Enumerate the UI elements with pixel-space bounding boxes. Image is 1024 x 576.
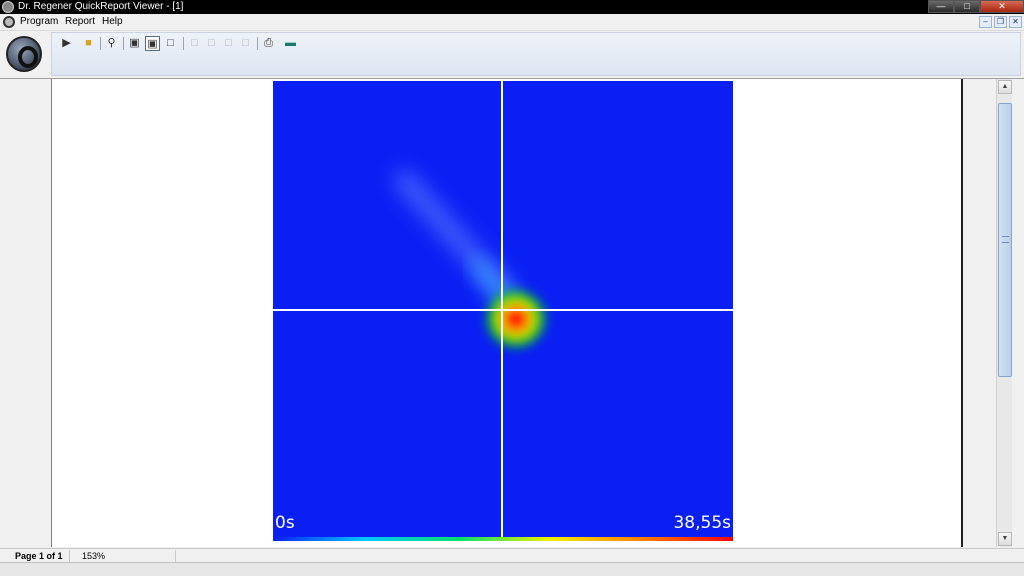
report-preview[interactable]: 0s 38,55s: [51, 79, 963, 547]
zoom-indicator: 153%: [72, 550, 176, 562]
toolbar-separator: [100, 37, 101, 50]
export-button[interactable]: ▬: [283, 36, 298, 51]
window-bottom-edge: [0, 562, 1024, 576]
toolbar-separator: [183, 37, 184, 50]
close-button[interactable]: ✕: [980, 0, 1024, 13]
scroll-thumb[interactable]: [998, 103, 1012, 377]
time-start-label: 0s: [275, 513, 295, 533]
minimize-button[interactable]: —: [928, 0, 954, 13]
next-page-button[interactable]: □: [221, 36, 236, 51]
open-folder-icon: ■: [85, 37, 92, 49]
scroll-down-icon: ▼: [1001, 535, 1009, 542]
mdi-controls: – ❐ ✕: [979, 16, 1022, 28]
window-title: Dr. Regener QuickReport Viewer - [1]: [18, 1, 184, 12]
maximize-button[interactable]: □: [954, 0, 980, 13]
status-bar: Page 1 of 1 153%: [0, 548, 1024, 562]
minimize-icon: —: [936, 1, 946, 11]
single-page-icon: ▣: [129, 37, 140, 49]
last-page-icon: □: [242, 37, 249, 49]
toolbar-separator: [123, 37, 124, 50]
toolbar: ▶ ■ ⚲ ▣ ▣ □ □ □ □ □ ⎙ ▬: [51, 32, 1021, 76]
zoom-page-icon: ⚲: [107, 37, 116, 49]
previous-page-icon: □: [208, 37, 215, 49]
menu-bar: Program Report Help – ❐ ✕: [0, 14, 1024, 31]
scroll-up-icon: ▲: [1001, 83, 1009, 90]
mdi-minimize-button[interactable]: –: [979, 16, 992, 28]
open-button[interactable]: ■: [81, 36, 96, 51]
first-page-icon: □: [191, 37, 198, 49]
full-page-button[interactable]: □: [163, 36, 178, 51]
print-icon: ⎙: [264, 37, 273, 49]
vertical-scrollbar[interactable]: ▲ ▼: [996, 79, 1012, 547]
mdi-restore-button[interactable]: ❐: [994, 16, 1007, 28]
heatmap-image: 0s 38,55s: [273, 81, 733, 541]
app-icon[interactable]: [2, 1, 14, 13]
page-indicator: Page 1 of 1: [0, 550, 70, 562]
toolbar-separator: [257, 37, 258, 50]
scroll-up-button[interactable]: ▲: [998, 80, 1012, 94]
close-icon: ✕: [998, 1, 1006, 11]
mdi-minimize-icon: –: [983, 17, 988, 26]
toolbar-area: ▶ ■ ⚲ ▣ ▣ □ □ □ □ □ ⎙ ▬: [0, 31, 1024, 78]
menu-program[interactable]: Program: [20, 16, 58, 28]
heatmap-graphic: [273, 81, 733, 541]
page-width-button[interactable]: ▣: [145, 36, 160, 51]
maximize-icon: □: [964, 1, 970, 11]
heatmap-colorbar: [273, 537, 733, 541]
menu-app-icon[interactable]: [3, 16, 15, 28]
mdi-close-icon: ✕: [1012, 17, 1019, 26]
scroll-down-button[interactable]: ▼: [998, 532, 1012, 546]
full-page-icon: □: [167, 37, 174, 49]
heatmap-hotspot: [483, 287, 549, 351]
quickreport-logo-icon: [6, 36, 42, 72]
exit-button[interactable]: ▶: [59, 36, 74, 51]
single-page-button[interactable]: ▣: [127, 36, 142, 51]
last-page-button[interactable]: □: [238, 36, 253, 51]
title-bar: Dr. Regener QuickReport Viewer - [1] — □…: [0, 0, 1024, 14]
page-width-icon: ▣: [147, 38, 158, 50]
zoom-page-button[interactable]: ⚲: [104, 36, 119, 51]
next-page-icon: □: [225, 37, 232, 49]
mdi-restore-icon: ❐: [996, 17, 1005, 26]
menu-help[interactable]: Help: [102, 16, 123, 28]
time-end-label: 38,55s: [673, 513, 731, 533]
window-controls: — □ ✕: [928, 0, 1024, 14]
exit-icon: ▶: [62, 37, 71, 49]
scroll-grip-icon: [1002, 236, 1009, 243]
export-icon: ▬: [285, 37, 296, 49]
mdi-close-button[interactable]: ✕: [1009, 16, 1022, 28]
print-button[interactable]: ⎙: [261, 36, 276, 51]
menu-report[interactable]: Report: [65, 16, 95, 28]
workspace: 0s 38,55s ▲ ▼: [0, 78, 1024, 548]
previous-page-button[interactable]: □: [204, 36, 219, 51]
first-page-button[interactable]: □: [187, 36, 202, 51]
